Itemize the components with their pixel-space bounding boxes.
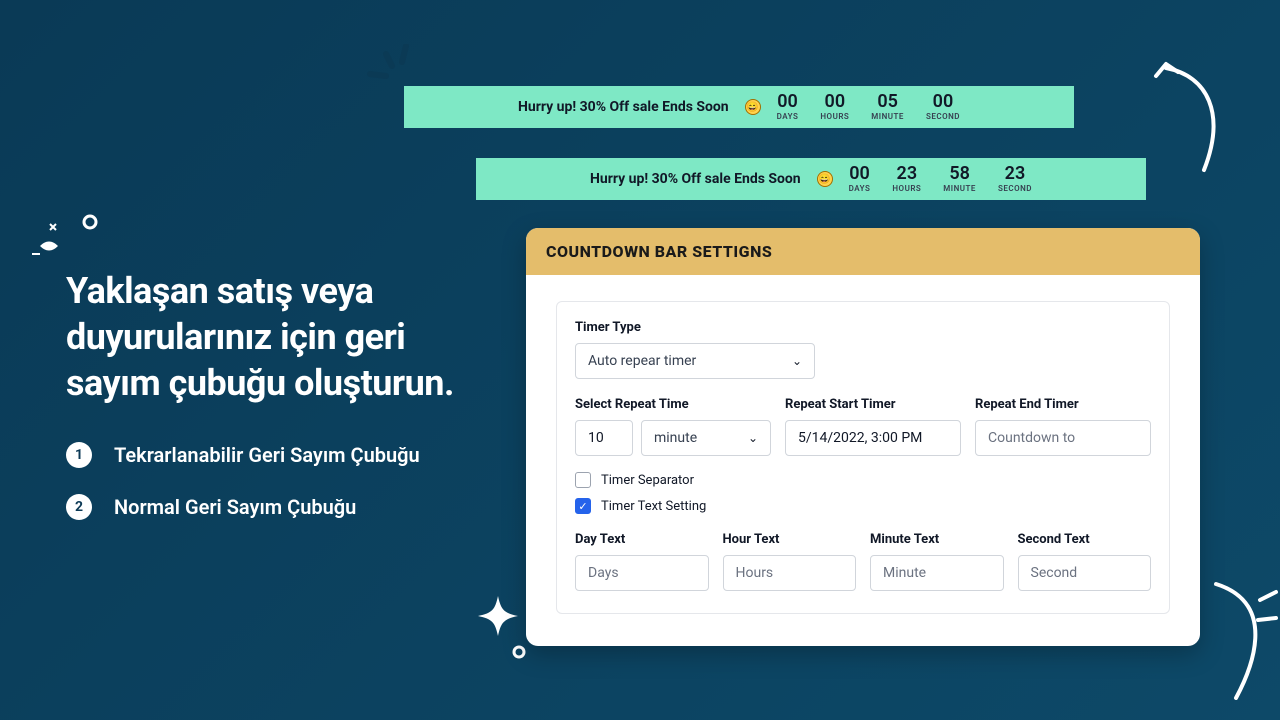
feature-number: 1 — [66, 442, 92, 468]
repeat-start-label: Repeat Start Timer — [785, 397, 961, 412]
repeat-start-input[interactable]: 5/14/2022, 3:00 PM — [785, 420, 961, 456]
timer-type-value: Auto repear timer — [588, 353, 696, 369]
timer-text-setting-checkbox[interactable]: ✓ — [575, 498, 591, 514]
repeat-end-input[interactable]: Countdown to — [975, 420, 1151, 456]
countdown-units: 00 DAYS 00 HOURS 05 MINUTE 00 SECOND — [777, 93, 960, 121]
countdown-unit-days: 00 DAYS — [849, 165, 871, 193]
timer-text-setting-label: Timer Text Setting — [601, 499, 706, 514]
settings-panel: COUNTDOWN BAR SETTIGNS Timer Type Auto r… — [526, 228, 1200, 646]
feature-label: Normal Geri Sayım Çubuğu — [114, 495, 356, 519]
chevron-down-icon: ⌄ — [748, 431, 758, 445]
timer-separator-checkbox[interactable] — [575, 472, 591, 488]
hour-text-input[interactable]: Hours — [723, 555, 857, 591]
countdown-unit-minute: 58 MINUTE — [943, 165, 976, 193]
feature-number: 2 — [66, 494, 92, 520]
minute-text-label: Minute Text — [870, 532, 1004, 547]
second-text-label: Second Text — [1018, 532, 1152, 547]
minute-text-input[interactable]: Minute — [870, 555, 1004, 591]
emoji-icon: 😄 — [745, 99, 761, 115]
day-text-label: Day Text — [575, 532, 709, 547]
timer-type-label: Timer Type — [575, 320, 1151, 335]
promo-copy: Yaklaşan satış veya duyurularınız için g… — [66, 268, 486, 546]
countdown-bar-preview-2: Hurry up! 30% Off sale Ends Soon 😄 00 DA… — [476, 158, 1146, 200]
timer-type-select[interactable]: Auto repear timer ⌄ — [575, 343, 815, 379]
chevron-down-icon: ⌄ — [792, 354, 802, 368]
countdown-unit-second: 23 SECOND — [998, 165, 1032, 193]
feature-item-2: 2 Normal Geri Sayım Çubuğu — [66, 494, 486, 520]
feature-label: Tekrarlanabilir Geri Sayım Çubuğu — [114, 443, 420, 467]
countdown-unit-hours: 00 HOURS — [820, 93, 849, 121]
countdown-message: Hurry up! 30% Off sale Ends Soon — [518, 99, 729, 115]
feature-item-1: 1 Tekrarlanabilir Geri Sayım Çubuğu — [66, 442, 486, 468]
day-text-input[interactable]: Days — [575, 555, 709, 591]
countdown-unit-second: 00 SECOND — [926, 93, 960, 121]
countdown-units: 00 DAYS 23 HOURS 58 MINUTE 23 SECOND — [849, 165, 1032, 193]
repeat-end-label: Repeat End Timer — [975, 397, 1151, 412]
countdown-unit-minute: 05 MINUTE — [871, 93, 904, 121]
headline: Yaklaşan satış veya duyurularınız için g… — [66, 268, 486, 406]
countdown-unit-days: 00 DAYS — [777, 93, 799, 121]
repeat-value-input[interactable]: 10 — [575, 420, 633, 456]
second-text-input[interactable]: Second — [1018, 555, 1152, 591]
emoji-icon: 😄 — [817, 171, 833, 187]
countdown-message: Hurry up! 30% Off sale Ends Soon — [590, 171, 801, 187]
repeat-unit-select[interactable]: minute ⌄ — [641, 420, 771, 456]
countdown-unit-hours: 23 HOURS — [892, 165, 921, 193]
timer-separator-label: Timer Separator — [601, 473, 694, 488]
countdown-bar-preview-1: Hurry up! 30% Off sale Ends Soon 😄 00 DA… — [404, 86, 1074, 128]
select-repeat-label: Select Repeat Time — [575, 397, 771, 412]
hour-text-label: Hour Text — [723, 532, 857, 547]
panel-title: COUNTDOWN BAR SETTIGNS — [526, 228, 1200, 275]
